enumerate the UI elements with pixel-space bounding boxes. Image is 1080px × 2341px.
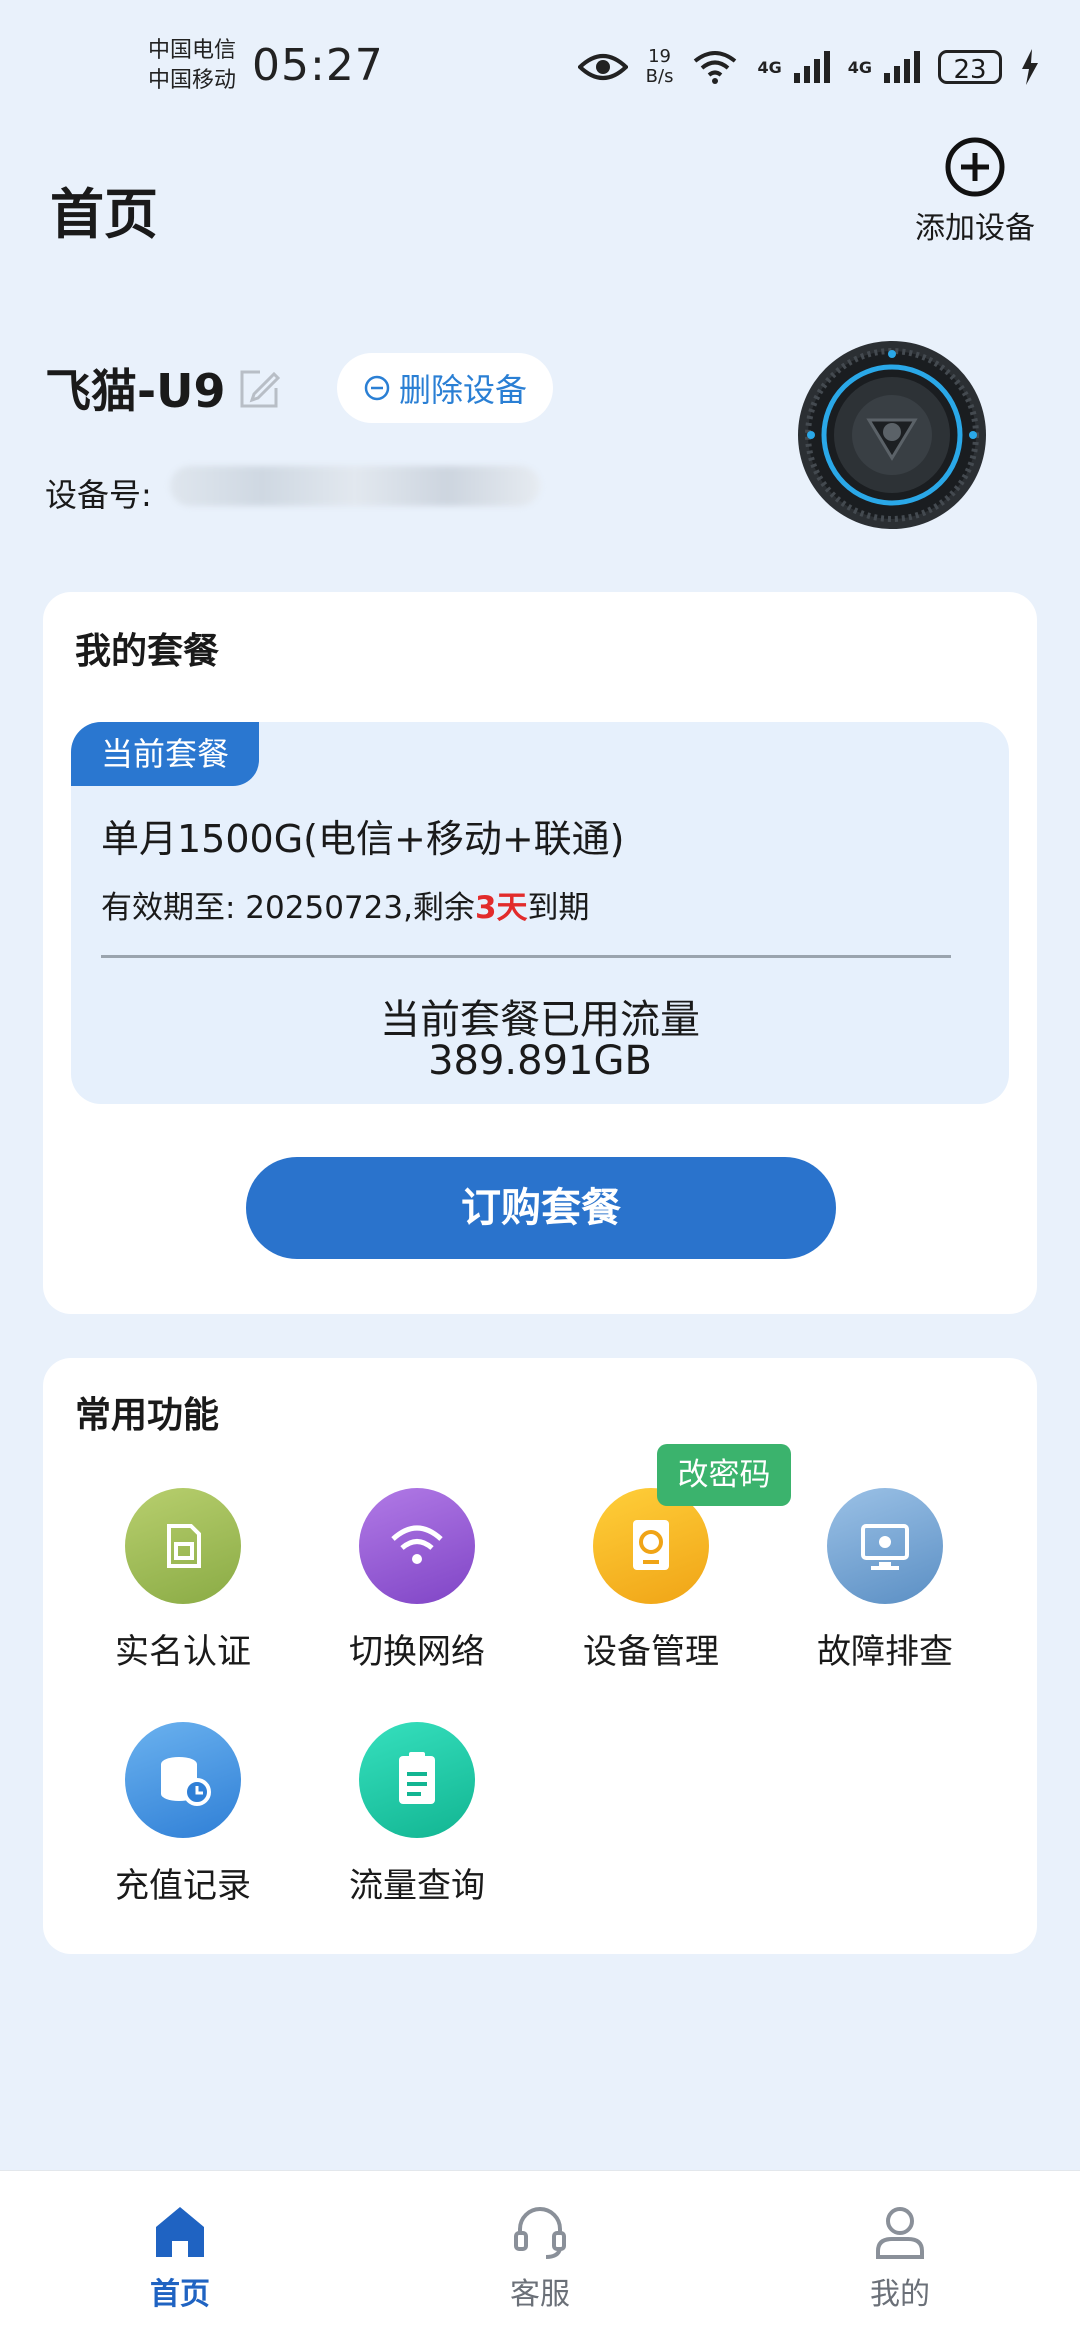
func-troubleshoot[interactable]: 故障排查 [785,1488,985,1673]
add-device-button[interactable]: 添加设备 [910,135,1040,247]
minus-circle-icon [364,375,390,401]
expiry-prefix: 有效期至: 20250723,剩余 [101,890,475,926]
func-real-name[interactable]: 实名认证 [83,1488,283,1673]
battery-level: 23 [938,50,1002,85]
my-plan-card: 我的套餐 当前套餐 单月1500G(电信+移动+联通) 有效期至: 202507… [43,592,1037,1314]
func-label: 流量查询 [349,1866,485,1906]
device-name: 飞猫-U9 [45,364,226,418]
nav-home[interactable]: 首页 [80,2201,280,2313]
net-speed: 19 B/s [646,47,674,87]
usage-label: 当前套餐已用流量 [380,997,700,1043]
func-label: 充值记录 [115,1866,251,1906]
func-label: 实名认证 [115,1632,251,1672]
signal-2-icon [884,51,920,83]
expiry-suffix: 到期 [527,890,590,926]
plan-expiry: 有效期至: 20250723,剩余3天到期 [101,882,590,927]
status-icons: 19 B/s 4G 4G 23 [577,42,1040,92]
my-plan-title: 我的套餐 [75,631,220,672]
plan-divider [101,955,951,958]
func-data-query[interactable]: 流量查询 [317,1722,517,1907]
nav-mine-label: 我的 [870,2277,930,2312]
func-recharge-record[interactable]: 充值记录 [83,1722,283,1907]
func-label: 设备管理 [583,1632,719,1672]
signal-1-icon [793,51,830,83]
wifi-status-icon [694,51,737,84]
device-number-label: 设备号: [45,476,152,514]
delete-device-label: 删除设备 [398,371,527,409]
carrier-info: 中国电信 中国移动 [148,36,236,96]
net-speed-unit: B/s [645,66,674,87]
page-title: 首页 [50,183,158,246]
add-device-label: 添加设备 [915,211,1035,246]
current-plan-tag: 当前套餐 [71,722,259,786]
device-number-redacted [170,466,540,506]
buy-plan-button[interactable]: 订购套餐 [246,1157,836,1259]
charging-icon [1022,49,1038,85]
status-bar: 中国电信 中国移动 05:27 19 B/s 4G 4G 23 [0,0,1080,140]
change-password-badge[interactable]: 改密码 [657,1444,791,1506]
plus-circle-icon [945,137,1005,197]
days-left: 3天 [474,890,528,926]
home-icon [156,2207,204,2257]
functions-title: 常用功能 [75,1395,220,1436]
func-device-manage[interactable]: 设备管理 [551,1488,751,1673]
current-plan-box: 当前套餐 单月1500G(电信+移动+联通) 有效期至: 20250723,剩余… [71,722,1009,1104]
wifi-icon [359,1488,475,1604]
nav-home-label: 首页 [150,2277,210,2312]
func-switch-network[interactable]: 切换网络 [317,1488,517,1673]
eye-icon [577,54,628,80]
nav-mine[interactable]: 我的 [800,2201,1000,2313]
clock: 05:27 [252,40,384,91]
carrier-1: 中国电信 [148,38,237,63]
net-speed-value: 19 [648,46,672,67]
usage-value: 389.891GB [428,1038,652,1084]
carrier-2: 中国移动 [148,68,237,93]
edit-icon[interactable] [236,366,282,412]
functions-card: 常用功能 实名认证 切换网络 设备管理 改密码 故障排查 充值记录 流量查询 [43,1358,1037,1954]
data-query-icon [359,1722,475,1838]
troubleshoot-icon [827,1488,943,1604]
func-label: 切换网络 [349,1632,485,1672]
user-icon [876,2207,924,2259]
delete-device-button[interactable]: 删除设备 [337,353,553,423]
func-label: 故障排查 [817,1632,953,1672]
nav-service[interactable]: 客服 [440,2201,640,2313]
bottom-nav: 首页 客服 我的 [0,2170,1080,2341]
signal-1-type: 4G [757,57,782,77]
signal-2-type: 4G [847,57,872,77]
nav-service-label: 客服 [510,2277,570,2312]
device-image [798,341,986,529]
sim-card-icon [125,1488,241,1604]
headset-icon [514,2207,566,2259]
recharge-record-icon [125,1722,241,1838]
plan-name: 单月1500G(电信+移动+联通) [101,817,625,861]
